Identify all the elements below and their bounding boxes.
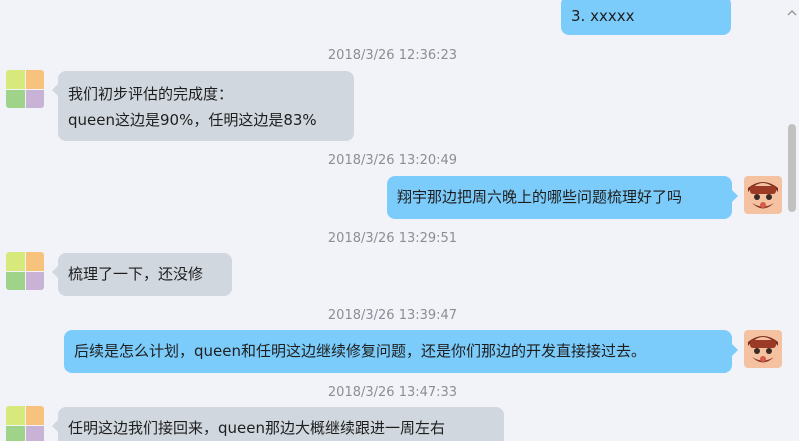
message-text-line: 我们初步评估的完成度：	[68, 85, 234, 103]
vertical-scrollbar[interactable]	[785, 0, 799, 441]
message-timestamp: 2018/3/26 13:39:47	[327, 308, 458, 323]
avatar-tile	[25, 425, 44, 441]
avatar-tile	[6, 406, 25, 425]
avatar-tile	[25, 406, 44, 425]
message-text: 梳理了一下，还没修	[68, 265, 204, 283]
message-text: 3. xxxxx	[571, 7, 635, 25]
contact-avatar[interactable]	[6, 252, 44, 290]
avatar-tile	[6, 89, 25, 108]
chat-message-list[interactable]: 3. xxxxx 2018/3/26 12:36:23 我们初步评估的完成度： …	[0, 0, 785, 441]
message-bubble-incoming[interactable]: 梳理了一下，还没修	[52, 253, 232, 296]
message-bubble-outgoing[interactable]: 后续是怎么计划，queen和任明这边继续修复问题，还是你们那边的开发直接接过去。	[64, 330, 738, 373]
avatar-tile	[6, 425, 25, 441]
message-bubble-incoming[interactable]: 我们初步评估的完成度： queen这边是90%，任明这边是83%	[52, 71, 354, 141]
message-text-line: queen这边是90%，任明这边是83%	[68, 111, 317, 129]
contact-avatar[interactable]	[6, 70, 44, 108]
avatar-tile	[25, 70, 44, 89]
avatar-tile	[6, 271, 25, 290]
chevron-up-icon[interactable]	[785, 8, 799, 18]
message-text: 后续是怎么计划，queen和任明这边继续修复问题，还是你们那边的开发直接接过去。	[74, 342, 646, 360]
message-text: 翔宇那边把周六晚上的哪些问题梳理好了吗	[397, 188, 683, 206]
message-bubble-incoming[interactable]: 任明这边我们接回来，queen那边大概继续跟进一周左右	[52, 407, 504, 441]
contact-avatar[interactable]	[6, 406, 44, 441]
avatar-tile	[25, 252, 44, 271]
avatar-tile	[25, 271, 44, 290]
avatar-tile	[6, 70, 25, 89]
message-bubble-outgoing[interactable]: 3. xxxxx	[561, 0, 731, 35]
message-text: 任明这边我们接回来，queen那边大概继续跟进一周左右	[68, 419, 445, 437]
message-timestamp: 2018/3/26 12:36:23	[327, 48, 458, 63]
avatar-tile	[6, 252, 25, 271]
scrollbar-thumb[interactable]	[788, 124, 796, 212]
message-timestamp: 2018/3/26 13:20:49	[327, 153, 458, 168]
avatar-tile	[25, 89, 44, 108]
message-timestamp: 2018/3/26 13:47:33	[327, 385, 458, 400]
user-avatar[interactable]	[744, 176, 782, 214]
message-timestamp: 2018/3/26 13:29:51	[327, 231, 458, 246]
user-avatar[interactable]	[744, 330, 782, 368]
message-bubble-outgoing[interactable]: 翔宇那边把周六晚上的哪些问题梳理好了吗	[387, 176, 738, 219]
